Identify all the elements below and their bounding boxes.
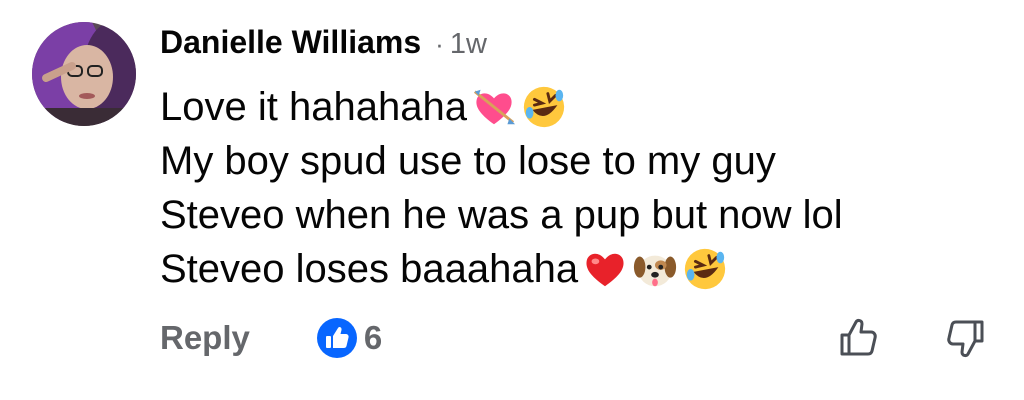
comment-line: My boy spud use to lose to my guy — [160, 134, 843, 188]
comment-body: Love it hahahaha My boy spud use to lose… — [160, 80, 843, 296]
avatar[interactable] — [32, 22, 136, 126]
comment-line-text: My boy spud use to lose to my guy — [160, 139, 776, 183]
separator-dot: · — [435, 29, 444, 59]
heart-with-arrow-emoji — [471, 84, 517, 130]
comment-line: Steveo when he was a pup but now lol — [160, 188, 843, 242]
comment-line-text: Love it hahahaha — [160, 85, 467, 129]
red-heart-emoji — [582, 246, 628, 292]
rolling-on-floor-laughing-emoji — [682, 246, 728, 292]
comment-line-text: Steveo loses baaahaha — [160, 247, 579, 291]
author-name[interactable]: Danielle Williams — [160, 24, 421, 61]
reaction-summary[interactable]: 6 — [316, 317, 382, 359]
reply-button[interactable]: Reply — [160, 319, 250, 357]
thumbs-up-reaction-icon — [316, 318, 357, 358]
dog-face-emoji — [632, 246, 678, 292]
thumbs-down-icon[interactable] — [944, 316, 988, 360]
comment-header: Danielle Williams · 1w — [160, 24, 487, 61]
thumbs-up-icon[interactable] — [836, 316, 880, 360]
like-count: 6 — [363, 319, 383, 356]
timestamp[interactable]: 1w — [450, 28, 487, 61]
comment-line-text: Steveo when he was a pup but now lol — [160, 193, 843, 237]
comment-actions: Reply 6 — [160, 313, 382, 363]
comment-line: Steveo loses baaahaha — [160, 242, 843, 296]
rolling-on-floor-laughing-emoji — [521, 84, 567, 130]
comment-line: Love it hahahaha — [160, 80, 843, 134]
